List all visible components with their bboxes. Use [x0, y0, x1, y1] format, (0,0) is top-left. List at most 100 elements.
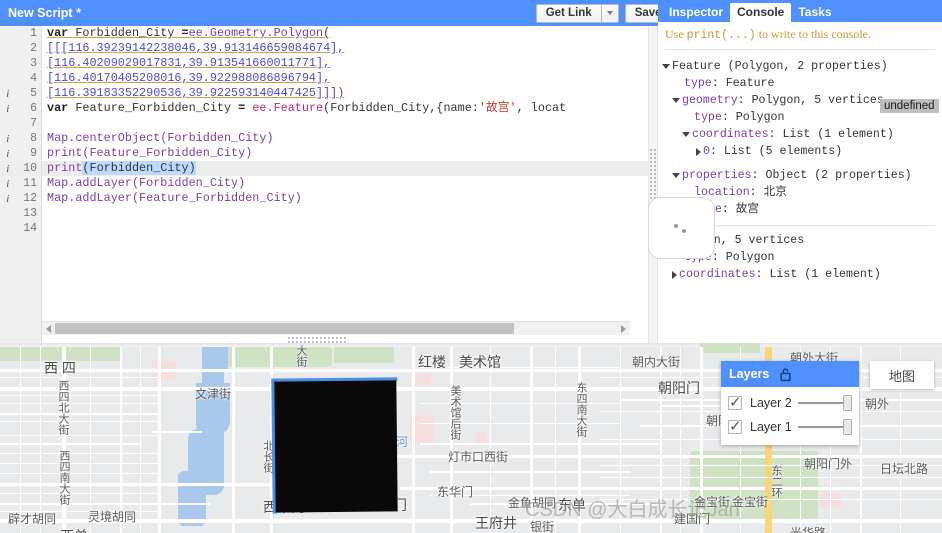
spinner-dot: [674, 224, 678, 228]
tree-row[interactable]: coordinates: List (1 element): [662, 126, 942, 143]
slider-thumb[interactable]: [843, 395, 852, 411]
map-type-button[interactable]: 地图: [870, 361, 934, 389]
map-label: 朝外: [865, 397, 890, 411]
code-line-13[interactable]: [42, 206, 648, 221]
forbidden-city-polygon-layer[interactable]: [274, 380, 398, 513]
code-line-11[interactable]: Map.addLayer(Forbidden_City): [42, 176, 648, 191]
code-line-7[interactable]: [42, 116, 648, 131]
gutter-line: i8: [0, 131, 41, 146]
script-title: New Script *: [8, 6, 81, 20]
hint-code: print(...): [686, 29, 756, 42]
tree-value: List (5 elements): [723, 145, 843, 158]
layer-opacity-slider[interactable]: [797, 395, 852, 411]
get-link-group: Get Link: [535, 3, 619, 23]
line-number: 1: [30, 27, 37, 40]
tab-inspector[interactable]: Inspector: [662, 3, 730, 22]
unlocked-lock-icon[interactable]: [779, 367, 792, 382]
line-number: 14: [23, 222, 37, 235]
code-line-4[interactable]: [116.40170405208016,39.922988086896794],: [42, 71, 648, 86]
tree-row[interactable]: 0: List (5 elements): [662, 143, 942, 160]
code-line-14[interactable]: [42, 221, 648, 236]
chevron-down-icon: [606, 11, 613, 15]
gutter-line: 3: [0, 56, 41, 71]
line-number: 7: [30, 117, 37, 130]
triangle-open-icon[interactable]: [662, 64, 670, 69]
scrollbar-thumb[interactable]: [55, 323, 514, 334]
code-line-5[interactable]: [116.39183352290536,39.922593140447425]]…: [42, 86, 648, 101]
map-label: 东二环: [770, 465, 782, 498]
slider-thumb[interactable]: [843, 419, 852, 435]
gutter-line: 7: [0, 116, 41, 131]
info-icon[interactable]: i: [0, 148, 16, 160]
loading-spinner: [648, 197, 715, 259]
line-number: 10: [23, 162, 37, 175]
editor-horizontal-scrollbar[interactable]: [42, 321, 630, 335]
code-text-area[interactable]: var Forbidden_City =ee.Geometry.Polygon(…: [42, 26, 648, 343]
horizontal-resize-handle[interactable]: [287, 336, 347, 343]
code-line-3[interactable]: [116.40209029017831,39.913541660011771],: [42, 56, 648, 71]
scroll-left-arrow-icon[interactable]: [42, 325, 55, 333]
get-link-dropdown-button[interactable]: [600, 3, 619, 23]
map-label: 西四北大街: [57, 380, 69, 435]
hint-prefix: Use: [665, 27, 687, 41]
map-label: 朝内大街: [632, 355, 681, 369]
get-link-button[interactable]: Get Link: [535, 3, 601, 23]
info-icon[interactable]: i: [0, 193, 16, 205]
map-label: 大街: [295, 345, 307, 367]
info-icon[interactable]: i: [0, 178, 16, 190]
map-label: 美术馆后街: [449, 385, 461, 440]
triangle-open-icon[interactable]: [672, 98, 680, 103]
layer-row[interactable]: Layer 2: [721, 391, 859, 415]
code-line-8[interactable]: Map.centerObject(Forbidden_City): [42, 131, 648, 146]
map-label: 东华门: [437, 485, 474, 499]
tree-value: Feature (Polygon, 2 properties): [672, 60, 888, 73]
code-line-1[interactable]: var Forbidden_City =ee.Geometry.Polygon(: [42, 26, 648, 41]
scroll-right-arrow-icon[interactable]: [617, 325, 630, 333]
info-icon[interactable]: i: [0, 163, 16, 175]
map-label: 辟才胡同: [8, 512, 57, 526]
gutter-line: 14: [0, 221, 41, 236]
tree-row[interactable]: Feature (Polygon, 2 properties): [662, 58, 942, 75]
layer-opacity-slider[interactable]: [797, 419, 852, 435]
map-label: 西单: [60, 526, 88, 533]
tree-row[interactable]: coordinates: List (1 element): [662, 266, 942, 283]
info-icon[interactable]: i: [0, 103, 16, 115]
layer-visibility-checkbox[interactable]: [728, 393, 742, 411]
undefined-tooltip: undefined: [880, 99, 939, 113]
vertical-resize-handle[interactable]: [649, 148, 657, 200]
gutter-line: i 11: [0, 176, 41, 191]
code-line-12[interactable]: Map.addLayer(Feature_Forbidden_City): [42, 191, 648, 206]
info-icon[interactable]: i: [0, 133, 16, 145]
triangle-closed-icon[interactable]: [672, 270, 677, 279]
tab-console[interactable]: Console: [730, 3, 792, 22]
triangle-closed-icon[interactable]: [696, 147, 701, 156]
gutter-line: i6: [0, 101, 41, 116]
code-editor-pane[interactable]: 1 2 3 4 i5 i6 7 i8 i9 i 10 i 11 i 12 13 14 …: [0, 26, 648, 343]
spinner-dot: [682, 229, 686, 233]
triangle-open-icon[interactable]: [682, 132, 690, 137]
layer-visibility-checkbox[interactable]: [728, 417, 742, 435]
tree-key: 0: [703, 145, 710, 158]
slider-track: [797, 426, 843, 428]
info-icon[interactable]: i: [0, 88, 16, 100]
tree-value: Polygon: [725, 251, 775, 264]
gutter-line: i 12: [0, 191, 41, 206]
map-label: 朝阳门外: [804, 457, 853, 471]
gutter-line: 1: [0, 26, 41, 41]
code-line-6[interactable]: var Feature_Forbidden_City = ee.Feature(…: [42, 101, 648, 116]
code-line-2[interactable]: [[[116.39239142238046,39.913146659084674…: [42, 41, 648, 56]
console-pane: Inspector Console Tasks Use print(...) t…: [658, 0, 942, 343]
map-label: 东四南大街: [575, 382, 587, 437]
layer-name: Layer 1: [750, 420, 792, 434]
tree-row[interactable]: properties: Object (2 properties): [662, 167, 942, 184]
layers-panel: Layers Layer 2 Layer 1: [721, 361, 859, 445]
triangle-open-icon[interactable]: [672, 173, 680, 178]
tree-value: Polygon: [735, 111, 785, 124]
tab-tasks[interactable]: Tasks: [791, 3, 838, 22]
code-line-9[interactable]: print(Feature_Forbidden_City): [42, 146, 648, 161]
code-line-10[interactable]: print(Forbidden_City): [42, 161, 648, 176]
gutter-line: i 10: [0, 161, 41, 176]
slider-track: [797, 402, 843, 404]
tree-value: Object (2 properties): [765, 169, 912, 182]
layer-row[interactable]: Layer 1: [721, 415, 859, 439]
